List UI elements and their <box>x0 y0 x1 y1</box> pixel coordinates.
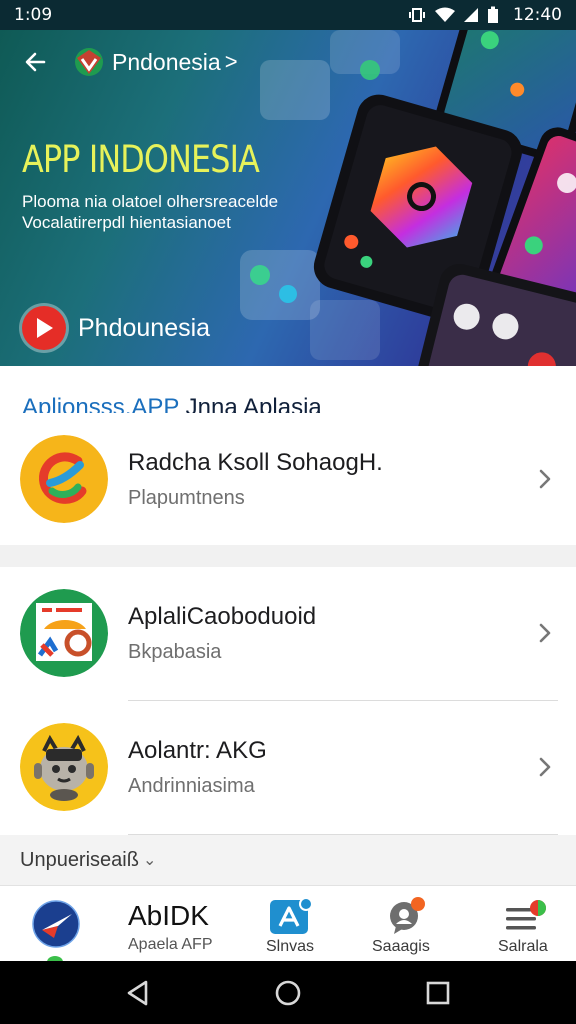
hero-cta[interactable]: Phdounesia <box>22 306 210 350</box>
nav-menu[interactable]: Salrala <box>470 886 576 962</box>
app-subtitle: Andrinniasima <box>128 775 255 797</box>
nav-home-title: AbIDK <box>128 900 209 931</box>
app-name: AplaliCaoboduoid <box>128 603 317 630</box>
hero-brand-name[interactable]: Pndonesia <box>112 49 221 76</box>
app-list-item[interactable]: Radcha Ksoll SohaogH. Plapumtnens <box>0 413 576 545</box>
status-clock: 12:40 <box>513 5 562 25</box>
nav-drive[interactable]: Slnvas <box>250 886 360 962</box>
battery-icon <box>488 6 498 23</box>
back-button[interactable] <box>20 47 50 77</box>
drive-icon <box>270 897 313 934</box>
menu-icon <box>506 900 546 930</box>
system-home-icon[interactable] <box>272 977 304 1009</box>
bottom-navigation: AbIDK Apaela AFP Slnvas Saaagis Salrala <box>0 885 576 962</box>
more-dropdown[interactable]: Unpueriseaiß ⌄ <box>0 835 576 885</box>
nav-label: Slnvas <box>266 938 315 955</box>
status-time: 1:09 <box>14 5 53 25</box>
hero-subtitle-line2: Vocalatirerpdl hientasianoet <box>22 213 231 232</box>
system-back-icon[interactable] <box>122 977 154 1009</box>
system-navigation-bar <box>0 961 576 1024</box>
hero-cta-label: Phdounesia <box>78 313 211 342</box>
status-bar: 1:09 12:40 <box>0 0 576 30</box>
app-list-item[interactable]: Aolantr: AKG Andrinniasima <box>0 701 576 833</box>
nav-label: Salrala <box>498 938 548 955</box>
app-list-item[interactable]: AplaliCaoboduoid Bkpabasia <box>0 567 576 699</box>
compass-icon <box>32 900 80 948</box>
status-icons: 12:40 <box>407 5 562 25</box>
signal-icon <box>464 8 478 22</box>
chat-icon <box>390 897 425 934</box>
app-subtitle: Bkpabasia <box>128 641 222 663</box>
app-name: Aolantr: AKG <box>128 737 267 764</box>
section-gap <box>0 545 576 567</box>
chevron-right-icon <box>539 623 551 643</box>
play-icon <box>22 306 66 350</box>
more-label: Unpueriseaiß <box>20 848 139 871</box>
app-icon-robot <box>20 723 108 811</box>
hero-top-bar: Pndonesia > <box>0 30 576 94</box>
hero-logo-icon <box>75 48 103 76</box>
brand-chevron-icon: > <box>224 49 238 74</box>
app-icon-tools <box>20 589 108 677</box>
chevron-right-icon <box>539 469 551 489</box>
app-icon-swirl <box>20 435 108 523</box>
system-recents-icon[interactable] <box>422 977 454 1009</box>
app-subtitle: Plapumtnens <box>128 487 245 509</box>
hero-title: APP INDONESIA <box>22 138 260 181</box>
nav-chat[interactable]: Saaagis <box>360 886 460 962</box>
back-arrow-icon <box>25 52 46 72</box>
nav-home-subtitle: Apaela AFP <box>128 936 213 953</box>
chevron-right-icon <box>539 757 551 777</box>
chevron-down-icon: ⌄ <box>142 852 157 869</box>
nav-home[interactable]: AbIDK Apaela AFP <box>0 886 250 962</box>
wifi-icon <box>435 7 455 22</box>
nav-label: Saaagis <box>372 938 430 955</box>
hero-banner[interactable]: Pndonesia > APP INDONESIA Plooma nia ola… <box>0 30 576 366</box>
hero-subtitle-line1: Plooma nia olatoel olhersreacelde <box>22 192 279 211</box>
app-name: Radcha Ksoll SohaogH. <box>128 449 383 476</box>
vibrate-icon <box>409 8 425 22</box>
